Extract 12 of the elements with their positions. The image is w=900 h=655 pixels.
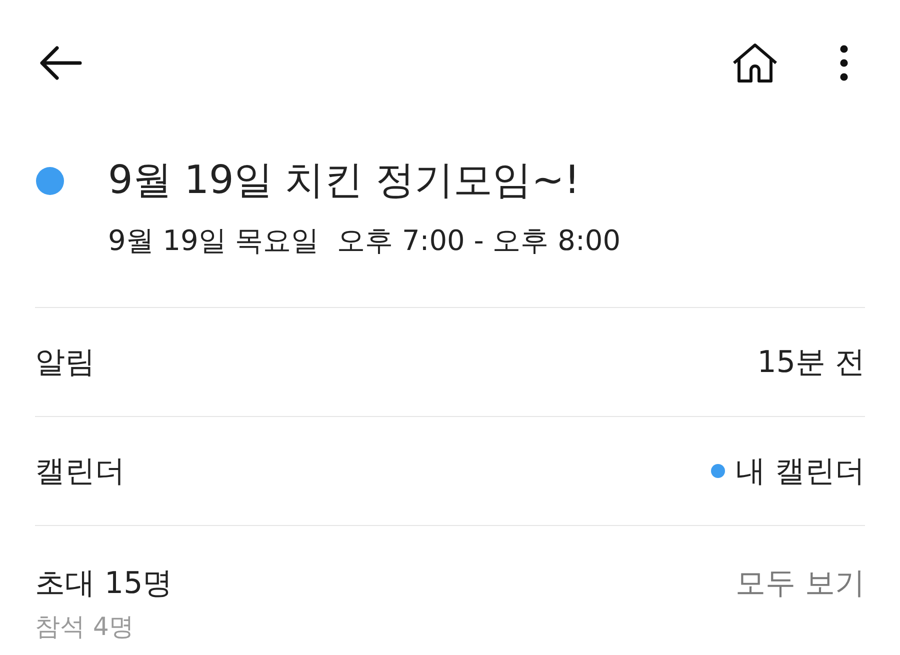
view-all-link[interactable]: 모두 보기 xyxy=(735,564,865,604)
back-arrow-icon[interactable] xyxy=(40,46,82,80)
home-icon[interactable] xyxy=(732,42,778,82)
row-sublabel: 참석 4명 xyxy=(35,611,135,643)
row-label: 캘린더 xyxy=(35,452,125,490)
row-label: 초대 15명 xyxy=(35,565,173,603)
row-value: 내 캘린더 xyxy=(735,452,865,490)
event-title: 9월 19일 치킨 정기모임~! xyxy=(108,157,581,205)
row-value: 15분 전 xyxy=(757,344,865,382)
event-datetime: 9월 19일 목요일 오후 7:00 - 오후 8:00 xyxy=(108,223,621,259)
row-label: 알림 xyxy=(35,344,95,382)
more-options-icon[interactable] xyxy=(840,44,848,80)
